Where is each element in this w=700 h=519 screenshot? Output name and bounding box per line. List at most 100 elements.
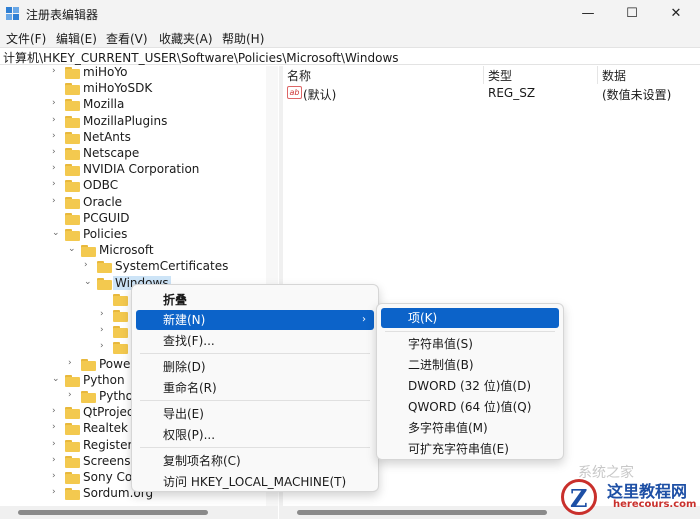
chevron-right-icon[interactable]: ›	[84, 260, 94, 270]
tree-item-label: QtProjec	[83, 405, 134, 420]
chevron-right-icon[interactable]: ›	[52, 471, 62, 481]
context-menu-item-label: 复制项名称(C)	[163, 454, 241, 468]
context-menu-item[interactable]: 重命名(R)	[136, 378, 374, 398]
address-bar[interactable]: 计算机\HKEY_CURRENT_USER\Software\Policies\…	[0, 47, 700, 65]
chevron-right-icon[interactable]: ›	[52, 147, 62, 157]
context-menu-item[interactable]: 复制项名称(C)	[136, 451, 374, 471]
tree-item-label: ODBC	[83, 178, 119, 193]
close-icon[interactable]: ✕	[654, 0, 698, 28]
context-menu-item[interactable]: 新建(N) ›	[136, 310, 374, 330]
column-header-type[interactable]: 类型	[488, 67, 512, 84]
chevron-right-icon[interactable]: ›	[52, 66, 62, 76]
context-menu-item[interactable]: 查找(F)...	[136, 331, 374, 351]
address-path[interactable]: 计算机\HKEY_CURRENT_USER\Software\Policies\…	[3, 49, 399, 66]
watermark-logo: Z 这里教程网 herecours.com	[555, 476, 700, 519]
tree-horizontal-scrollbar[interactable]	[0, 506, 278, 519]
folder-icon	[65, 374, 80, 387]
chevron-right-icon[interactable]: ›	[52, 179, 62, 189]
tree-item-label: Screensh	[83, 453, 139, 468]
menu-file[interactable]: 文件(F)	[6, 30, 46, 47]
folder-icon	[65, 99, 80, 112]
folder-icon	[113, 326, 128, 339]
menu-help[interactable]: 帮助(H)	[222, 30, 264, 47]
menu-separator	[140, 447, 370, 448]
context-menu-item[interactable]: 折叠	[136, 290, 374, 310]
chevron-right-icon[interactable]: ›	[52, 196, 62, 206]
folder-icon	[65, 455, 80, 468]
chevron-down-icon[interactable]: ⌄	[52, 374, 62, 384]
context-menu-item-label: 权限(P)...	[163, 428, 216, 442]
scrollbar-thumb[interactable]	[297, 510, 547, 515]
submenu-item[interactable]: QWORD (64 位)值(Q)	[381, 397, 559, 417]
tree-item-label: NetAnts	[83, 129, 131, 144]
tree-item-label: SystemCertificates	[115, 259, 229, 274]
column-divider[interactable]	[483, 66, 484, 84]
new-submenu: 项(K) 字符串值(S) 二进制值(B) DWORD (32 位)值(D) QWORD …	[376, 303, 564, 460]
submenu-item[interactable]: 多字符串值(M)	[381, 418, 559, 438]
chevron-right-icon[interactable]: ›	[52, 487, 62, 497]
menu-edit[interactable]: 编辑(E)	[56, 30, 97, 47]
submenu-item-label: 二进制值(B)	[408, 358, 474, 372]
folder-icon	[113, 310, 128, 322]
folder-icon	[65, 115, 80, 128]
folder-icon	[65, 229, 80, 241]
tree-item-label: Power	[99, 356, 136, 371]
folder-icon	[65, 472, 80, 484]
context-menu-item[interactable]: 访问 HKEY_LOCAL_MACHINE(T)	[136, 472, 374, 492]
folder-icon	[81, 245, 96, 258]
submenu-item[interactable]: DWORD (32 位)值(D)	[381, 376, 559, 396]
submenu-item[interactable]: 可扩充字符串值(E)	[381, 439, 559, 459]
context-menu-item-label: 重命名(R)	[163, 381, 217, 395]
context-menu-item-label: 访问 HKEY_LOCAL_MACHINE(T)	[163, 475, 347, 489]
column-header-name[interactable]: 名称	[287, 67, 311, 84]
context-menu-item[interactable]: 导出(E)	[136, 404, 374, 424]
column-header-data[interactable]: 数据	[602, 67, 626, 84]
registry-icon	[6, 7, 21, 21]
menu-favorites[interactable]: 收藏夹(A)	[159, 30, 213, 47]
tree-item-label: Realtek	[83, 421, 128, 436]
tree-item-label: PCGUID	[83, 210, 130, 225]
submenu-item[interactable]: 二进制值(B)	[381, 355, 559, 375]
scrollbar-thumb[interactable]	[18, 510, 208, 515]
folder-icon	[97, 261, 112, 274]
watermark-letter: Z	[570, 484, 588, 513]
chevron-right-icon[interactable]: ›	[52, 115, 62, 125]
folder-icon	[81, 358, 96, 371]
maximize-icon[interactable]: ☐	[610, 0, 654, 28]
chevron-down-icon[interactable]: ⌄	[84, 277, 94, 287]
chevron-right-icon[interactable]: ›	[100, 325, 110, 335]
folder-icon	[65, 488, 80, 501]
submenu-item[interactable]: 项(K)	[381, 308, 559, 328]
chevron-down-icon[interactable]: ⌄	[68, 244, 78, 254]
chevron-down-icon[interactable]: ⌄	[52, 228, 62, 238]
chevron-right-icon[interactable]: ›	[68, 358, 78, 368]
submenu-item-label: DWORD (32 位)值(D)	[408, 379, 531, 393]
menu-separator	[140, 353, 370, 354]
chevron-right-icon[interactable]: ›	[68, 390, 78, 400]
context-menu-item-label: 删除(D)	[163, 360, 206, 374]
chevron-right-icon[interactable]: ›	[100, 341, 110, 351]
context-menu-item[interactable]: 删除(D)	[136, 357, 374, 377]
chevron-right-icon[interactable]: ›	[52, 455, 62, 465]
menu-separator	[140, 400, 370, 401]
context-menu-item[interactable]: 权限(P)...	[136, 425, 374, 445]
watermark-circle: Z	[561, 479, 597, 515]
chevron-right-icon[interactable]: ›	[52, 422, 62, 432]
chevron-right-icon[interactable]: ›	[52, 131, 62, 141]
folder-icon	[113, 342, 128, 355]
folder-icon	[65, 180, 80, 193]
submenu-item-label: QWORD (64 位)值(Q)	[408, 400, 532, 414]
minimize-icon[interactable]: —	[566, 0, 610, 28]
folder-icon	[65, 83, 80, 96]
value-data: (数值未设置)	[602, 88, 672, 102]
chevron-right-icon[interactable]: ›	[100, 309, 110, 319]
menu-view[interactable]: 查看(V)	[106, 30, 148, 47]
chevron-right-icon[interactable]: ›	[52, 406, 62, 416]
submenu-item[interactable]: 字符串值(S)	[381, 334, 559, 354]
title-bar: 注册表编辑器 — ☐ ✕	[0, 0, 700, 28]
chevron-right-icon[interactable]: ›	[52, 439, 62, 449]
chevron-right-icon[interactable]: ›	[52, 163, 62, 173]
value-row[interactable]: ab (默认) REG_SZ (数值未设置)	[283, 84, 700, 102]
chevron-right-icon[interactable]: ›	[52, 98, 62, 108]
column-divider[interactable]	[597, 66, 598, 84]
